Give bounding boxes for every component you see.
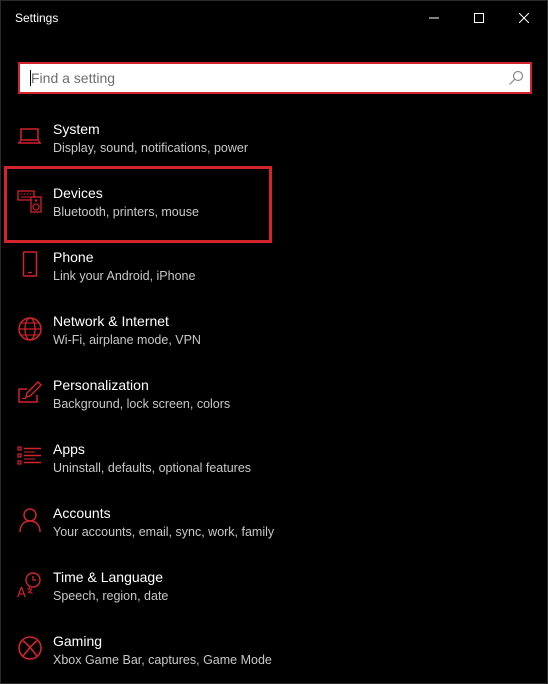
category-title: Network & Internet (53, 313, 169, 329)
time-language-icon: A (17, 571, 43, 597)
category-description: Display, sound, notifications, power (53, 141, 249, 155)
keyboard-speaker-icon (17, 187, 43, 213)
category-description: Your accounts, email, sync, work, family (53, 525, 275, 539)
close-button[interactable] (501, 1, 547, 35)
title-bar[interactable]: Settings (1, 1, 547, 35)
minimize-button[interactable] (411, 1, 457, 35)
category-network-internet[interactable]: Network & Internet Wi-Fi, airplane mode,… (1, 313, 547, 375)
category-apps[interactable]: Apps Uninstall, defaults, optional featu… (1, 441, 547, 503)
category-title: Devices (53, 185, 103, 201)
phone-icon (17, 251, 43, 277)
maximize-button[interactable] (456, 1, 502, 35)
category-title: Gaming (53, 633, 103, 649)
search-box[interactable] (18, 62, 532, 94)
text-caret (30, 70, 31, 86)
category-title: Time & Language (53, 569, 163, 585)
category-description: Speech, region, date (53, 589, 169, 603)
apps-list-icon (17, 443, 43, 469)
category-devices[interactable]: Devices Bluetooth, printers, mouse (1, 185, 547, 247)
minimize-icon (429, 17, 439, 19)
person-icon (17, 507, 43, 533)
maximize-icon (474, 13, 484, 23)
category-title: System (53, 121, 100, 137)
category-phone[interactable]: Phone Link your Android, iPhone (1, 249, 547, 311)
category-time-language[interactable]: A Time & Language Speech, region, date (1, 569, 547, 631)
category-title: Apps (53, 441, 85, 457)
category-description: Background, lock screen, colors (53, 397, 231, 411)
xbox-icon (17, 635, 43, 661)
window-title: Settings (15, 11, 59, 25)
category-system[interactable]: System Display, sound, notifications, po… (1, 121, 547, 183)
settings-window: Settings Find a setting System Display, … (0, 0, 548, 684)
globe-icon (17, 315, 43, 341)
category-gaming[interactable]: Gaming Xbox Game Bar, captures, Game Mod… (1, 633, 547, 683)
category-description: Uninstall, defaults, optional features (53, 461, 252, 475)
category-personalization[interactable]: Personalization Background, lock screen,… (1, 377, 547, 439)
pen-tablet-icon (17, 379, 43, 405)
search-input[interactable] (20, 64, 500, 92)
category-title: Personalization (53, 377, 149, 393)
search-icon[interactable] (508, 70, 524, 86)
category-description: Link your Android, iPhone (53, 269, 196, 283)
category-title: Accounts (53, 505, 111, 521)
close-icon (519, 13, 529, 23)
category-description: Wi-Fi, airplane mode, VPN (53, 333, 201, 347)
category-accounts[interactable]: Accounts Your accounts, email, sync, wor… (1, 505, 547, 567)
laptop-icon (17, 123, 43, 149)
category-description: Bluetooth, printers, mouse (53, 205, 199, 219)
svg-text:A: A (17, 586, 26, 597)
category-description: Xbox Game Bar, captures, Game Mode (53, 653, 272, 667)
category-title: Phone (53, 249, 94, 265)
